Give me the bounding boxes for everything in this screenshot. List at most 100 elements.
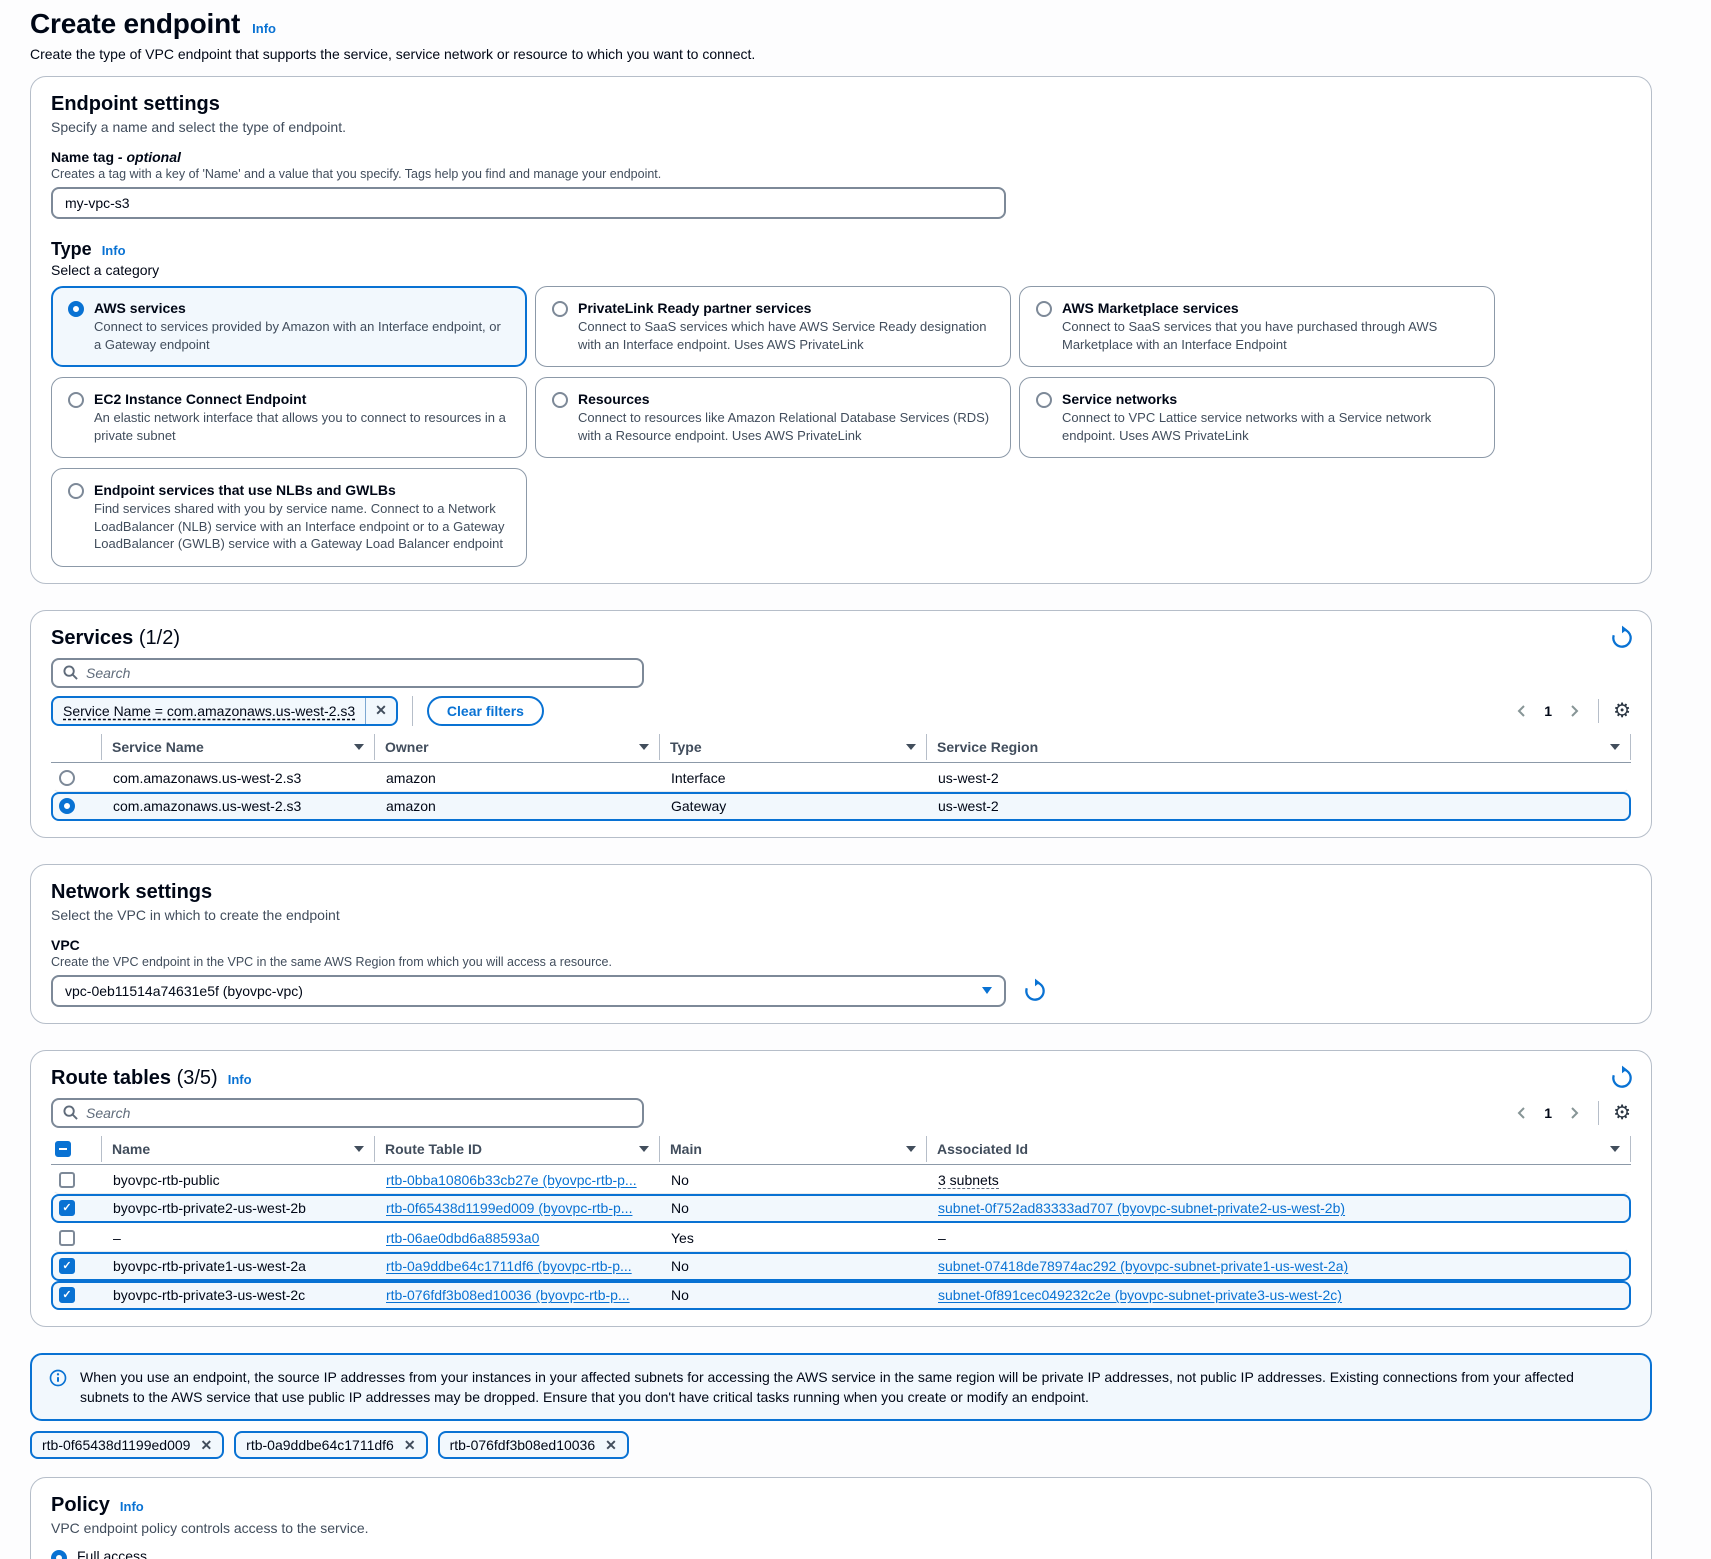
row-checkbox[interactable] [59,1287,75,1303]
service-region-filter-icon[interactable] [1610,744,1620,750]
main-filter-icon[interactable] [906,1146,916,1152]
subnet-link[interactable]: subnet-0f752ad83333ad707 (byovpc-subnet-… [938,1200,1345,1216]
subnet-link[interactable]: subnet-0f891cec049232c2e (byovpc-subnet-… [938,1287,1342,1303]
route-tables-page-number[interactable]: 1 [1538,1105,1558,1121]
services-search-input[interactable] [86,665,632,681]
type-info-link[interactable]: Info [102,243,126,258]
endpoint-settings-title: Endpoint settings [51,93,1631,116]
table-row-selected[interactable]: byovpc-rtb-private2-us-west-2b rtb-0f654… [51,1194,1631,1223]
chevron-down-icon [982,987,992,994]
route-table-id-link[interactable]: rtb-06ae0dbd6a88593a0 [386,1230,539,1246]
route-table-id-link[interactable]: rtb-0f65438d1199ed009 (byovpc-rtb-p... [386,1200,632,1216]
filter-token-label[interactable]: Service Name = com.amazonaws.us-west-2.s… [53,703,365,719]
name-filter-icon[interactable] [354,1146,364,1152]
route-tables-refresh-button[interactable] [1609,1065,1635,1091]
filter-token-close-icon[interactable]: ✕ [365,698,396,724]
type-label: Type [51,239,92,260]
next-page-icon[interactable] [1564,701,1584,721]
policy-full-access-option[interactable]: Full access [51,1548,1631,1559]
category-nlb-gwlb[interactable]: Endpoint services that use NLBs and GWLB… [51,468,527,567]
policy-title: Policy [51,1494,110,1517]
services-search[interactable] [51,658,644,688]
radio-service-networks[interactable] [1036,392,1052,408]
vpc-refresh-button[interactable] [1022,978,1048,1004]
page-info-link[interactable]: Info [252,21,276,36]
vpc-help: Create the VPC endpoint in the VPC in th… [51,955,1631,969]
category-marketplace[interactable]: AWS Marketplace services Connect to SaaS… [1019,286,1495,367]
radio-resources[interactable] [552,392,568,408]
vpc-select[interactable]: vpc-0eb11514a74631e5f (byovpc-vpc) [51,975,1006,1007]
full-access-radio[interactable] [51,1550,67,1559]
category-ec2-instance-connect[interactable]: EC2 Instance Connect Endpoint An elastic… [51,377,527,458]
policy-info-link[interactable]: Info [120,1499,144,1514]
next-page-icon[interactable] [1564,1103,1584,1123]
type-filter-icon[interactable] [906,744,916,750]
type-hint: Select a category [51,262,1631,278]
services-card: Services (1/2) Service Name = com.amazon… [30,610,1652,838]
category-privatelink-partner[interactable]: PrivateLink Ready partner services Conne… [535,286,1011,367]
radio-marketplace[interactable] [1036,301,1052,317]
route-table-id-link[interactable]: rtb-076fdf3b08ed10036 (byovpc-rtb-p... [386,1287,630,1303]
route-tables-info-link[interactable]: Info [228,1072,252,1087]
table-row-selected[interactable]: com.amazonaws.us-west-2.s3 amazon Gatewa… [51,792,1631,821]
info-icon [48,1368,68,1388]
associated-id-filter-icon[interactable] [1610,1146,1620,1152]
row-checkbox[interactable] [59,1258,75,1274]
pagination-divider [1598,699,1599,723]
category-resources[interactable]: Resources Connect to resources like Amaz… [535,377,1011,458]
name-tag-label: Name tag - optional [51,149,1631,165]
services-refresh-button[interactable] [1609,625,1635,651]
row-checkbox[interactable] [59,1230,75,1246]
route-tables-settings-gear-icon[interactable]: ⚙ [1613,1103,1631,1123]
route-table-id-link[interactable]: rtb-0a9ddbe64c1711df6 (byovpc-rtb-p... [386,1258,632,1274]
name-tag-input[interactable] [51,187,1006,219]
previous-page-icon[interactable] [1512,1103,1532,1123]
table-row[interactable]: – rtb-06ae0dbd6a88593a0 Yes – [51,1223,1631,1252]
table-row[interactable]: byovpc-rtb-public rtb-0bba10806b33cb27e … [51,1165,1631,1194]
route-table-id-filter-icon[interactable] [639,1146,649,1152]
services-settings-gear-icon[interactable]: ⚙ [1613,701,1631,721]
route-table-id-link[interactable]: rtb-0bba10806b33cb27e (byovpc-rtb-p... [386,1172,637,1188]
network-settings-description: Select the VPC in which to create the en… [51,907,1631,923]
route-tables-table-header: Name Route Table ID Main Associated Id [51,1136,1631,1165]
services-table: Service Name Owner Type Service Region [51,734,1631,821]
radio-ec2-instance-connect[interactable] [68,392,84,408]
table-row-selected[interactable]: byovpc-rtb-private1-us-west-2a rtb-0a9dd… [51,1252,1631,1281]
select-all-checkbox[interactable] [55,1141,71,1157]
radio-nlb-gwlb[interactable] [68,483,84,499]
endpoint-settings-description: Specify a name and select the type of en… [51,119,1631,135]
previous-page-icon[interactable] [1512,701,1532,721]
row-checkbox[interactable] [59,1200,75,1216]
banner-text: When you use an endpoint, the source IP … [80,1367,1580,1408]
col-service-region: Service Region [926,734,1631,760]
token-close-icon[interactable]: ✕ [200,1437,212,1454]
radio-privatelink-partner[interactable] [552,301,568,317]
service-name-filter-icon[interactable] [354,744,364,750]
route-tables-count: (3/5) [177,1067,218,1089]
network-settings-title: Network settings [51,881,1631,904]
route-tables-search[interactable] [51,1098,644,1128]
category-service-networks[interactable]: Service networks Connect to VPC Lattice … [1019,377,1495,458]
subnets-popover-trigger[interactable]: 3 subnets [938,1172,999,1189]
token-close-icon[interactable]: ✕ [404,1437,416,1454]
category-aws-services[interactable]: AWS services Connect to services provide… [51,286,527,367]
col-name: Name [101,1136,374,1162]
row-checkbox[interactable] [59,1172,75,1188]
row-radio[interactable] [59,770,75,786]
full-access-label: Full access [77,1548,147,1559]
services-page-number[interactable]: 1 [1538,703,1558,719]
page-title: Create endpoint [30,8,240,40]
col-type: Type [659,734,926,760]
vpc-select-value: vpc-0eb11514a74631e5f (byovpc-vpc) [65,983,303,999]
services-table-header: Service Name Owner Type Service Region [51,734,1631,763]
owner-filter-icon[interactable] [639,744,649,750]
radio-aws-services[interactable] [68,301,84,317]
table-row-selected[interactable]: byovpc-rtb-private3-us-west-2c rtb-076fd… [51,1281,1631,1310]
category-grid: AWS services Connect to services provide… [51,286,1495,567]
row-radio[interactable] [59,798,75,814]
clear-filters-button[interactable]: Clear filters [427,696,544,726]
table-row[interactable]: com.amazonaws.us-west-2.s3 amazon Interf… [51,763,1631,792]
route-tables-search-input[interactable] [86,1105,632,1121]
token-close-icon[interactable]: ✕ [605,1437,617,1454]
subnet-link[interactable]: subnet-07418de78974ac292 (byovpc-subnet-… [938,1258,1348,1274]
